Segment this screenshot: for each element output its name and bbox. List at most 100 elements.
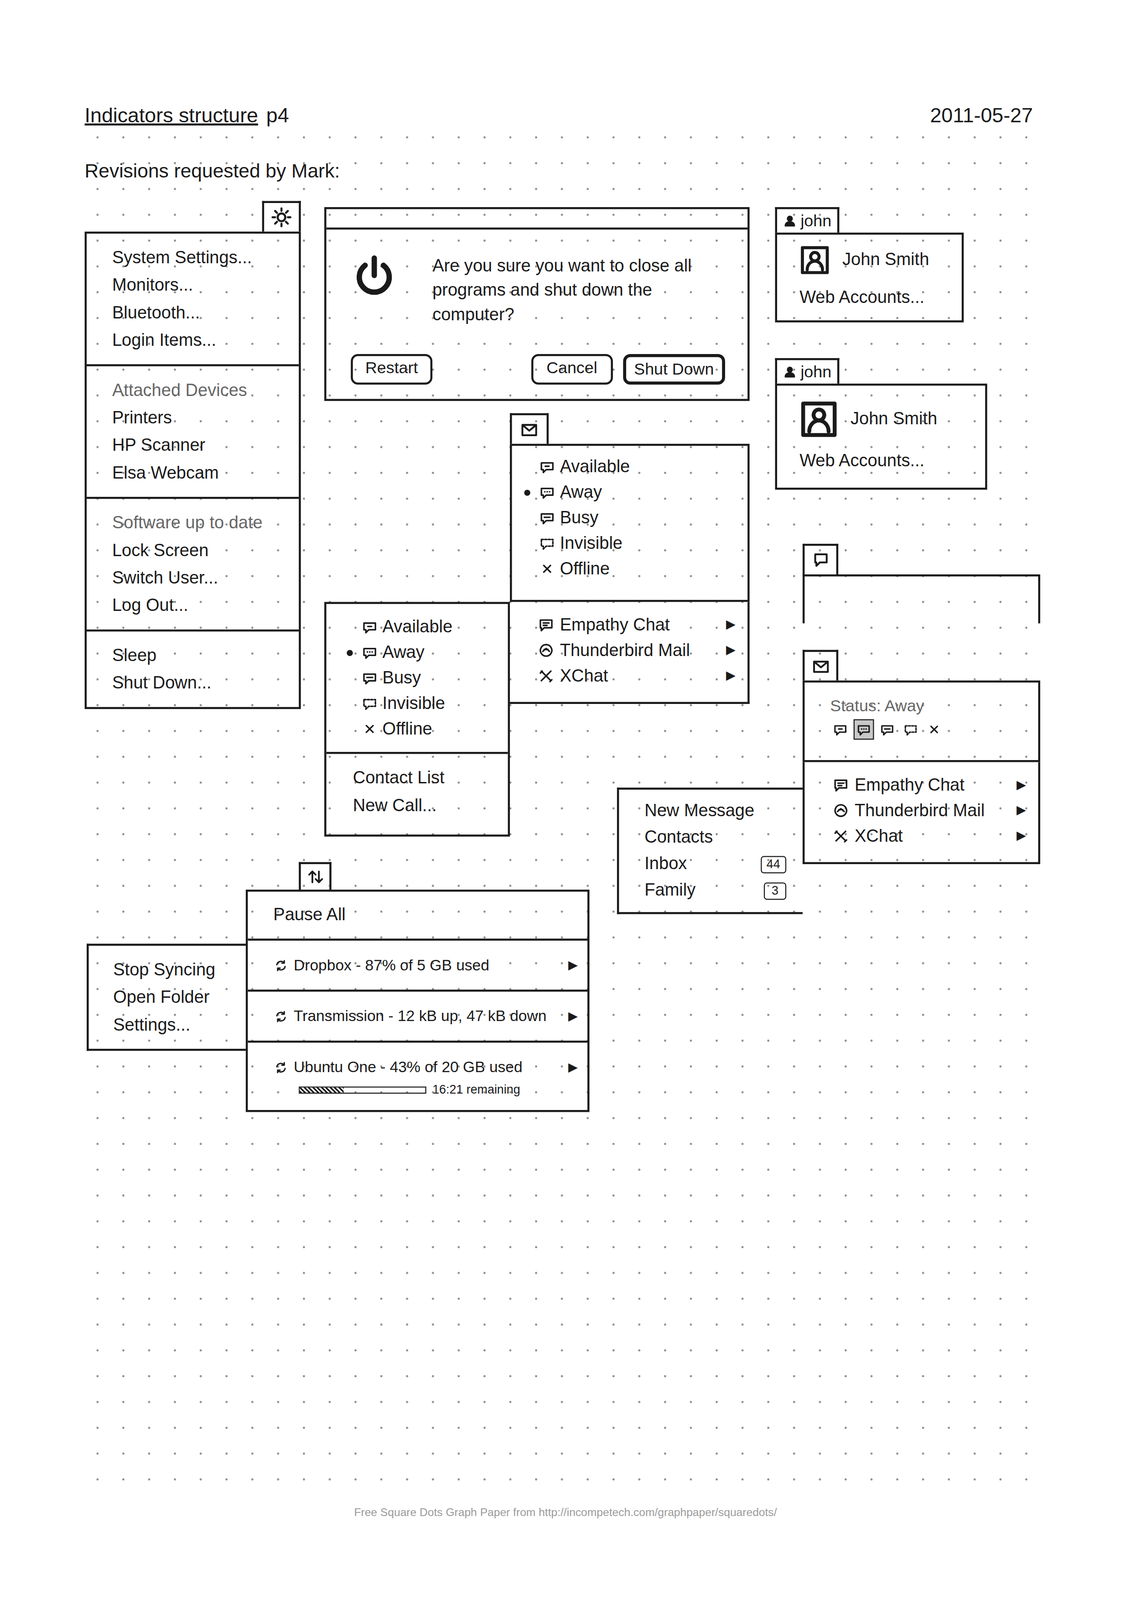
status-row: Status: Away xyxy=(802,680,1041,763)
user-menu: John SmithWeb Accounts... xyxy=(775,232,965,323)
sync-indicator: Pause AllDropbox - 87% of 5 GB used▶Tran… xyxy=(86,861,590,1112)
xchat-icon xyxy=(538,668,555,684)
user-name: John Smith xyxy=(850,409,938,430)
sync-menu: Pause AllDropbox - 87% of 5 GB used▶Tran… xyxy=(245,889,590,1112)
menu-item[interactable]: Log Out... xyxy=(112,591,279,619)
empathy-icon xyxy=(833,777,849,793)
menu-item[interactable]: New Message xyxy=(644,797,787,825)
menu-item[interactable]: Bluetooth... xyxy=(112,298,279,327)
app-item[interactable]: Thunderbird Mail▶ xyxy=(538,637,736,664)
messaging-indicator-tab[interactable] xyxy=(802,649,839,680)
status-button[interactable] xyxy=(876,719,898,740)
menu-item[interactable]: Monitors... xyxy=(112,271,279,299)
status-item[interactable]: Offline xyxy=(342,715,496,742)
status-item[interactable]: Away xyxy=(519,479,737,505)
dialog-button[interactable]: Cancel xyxy=(530,353,613,385)
menu-item[interactable]: Stop Syncing xyxy=(113,955,230,983)
menu-item[interactable]: Shut Down... xyxy=(112,669,279,697)
sync-item[interactable]: Transmission - 12 kB up, 47 kB down▶ xyxy=(247,989,588,1041)
app-item[interactable]: XChat▶ xyxy=(833,823,1027,849)
chat-bubble-icon xyxy=(811,550,830,570)
pause-all-item[interactable]: Pause All xyxy=(247,891,588,939)
busy-status-icon xyxy=(362,669,378,686)
menu-item[interactable]: Contacts xyxy=(644,824,787,851)
menu-item[interactable]: Web Accounts... xyxy=(799,287,940,309)
offline-status-icon xyxy=(362,721,378,737)
user-tab[interactable]: john xyxy=(775,357,840,384)
thunderbird-icon xyxy=(833,802,849,819)
submenu-arrow: ▶ xyxy=(1016,797,1026,824)
status-button[interactable] xyxy=(853,719,875,740)
user-tab[interactable]: john xyxy=(775,207,840,233)
menu-item[interactable]: Inbox44 xyxy=(644,850,787,877)
menu-item[interactable]: Open Folder xyxy=(113,983,230,1011)
busy-status-icon xyxy=(880,721,895,737)
page: Indicators structurep42011-05-27Revision… xyxy=(0,0,1131,1600)
away-status-icon xyxy=(362,644,378,660)
menu-item[interactable]: Lock Screen xyxy=(112,536,279,564)
sync-indicator-tab[interactable] xyxy=(298,861,332,890)
app-item[interactable]: Empathy Chat▶ xyxy=(833,772,1027,798)
chat-indicator xyxy=(802,543,1041,623)
menu-item[interactable]: Login Items... xyxy=(112,326,279,354)
submenu-arrow: ▶ xyxy=(726,637,736,664)
menu-item[interactable]: Settings... xyxy=(113,1010,230,1038)
envelope-icon xyxy=(811,656,830,675)
menu-item[interactable]: New Call... xyxy=(352,791,496,819)
menu-item[interactable]: Family3 xyxy=(644,876,787,904)
envelope-icon xyxy=(519,420,539,439)
system-indicator-tab[interactable] xyxy=(262,201,301,232)
submenu-arrow: ▶ xyxy=(1016,823,1026,849)
count-badge: 3 xyxy=(763,881,787,899)
menu-item[interactable]: Printers xyxy=(112,404,279,432)
sync-item[interactable]: Dropbox - 87% of 5 GB used▶ xyxy=(247,938,588,990)
progress-bar xyxy=(298,1085,427,1093)
app-item[interactable]: Empathy Chat▶ xyxy=(538,612,736,638)
messaging-indicator: AvailableAwayBusyInvisibleOfflineEmpathy… xyxy=(324,413,750,837)
menu-item[interactable]: Contact List xyxy=(352,763,496,792)
dialog-button[interactable]: Shut Down xyxy=(622,353,726,385)
dialog-button[interactable]: Restart xyxy=(350,353,433,385)
status-item[interactable]: Away xyxy=(342,639,496,665)
selected-dot xyxy=(523,488,530,495)
status-button[interactable] xyxy=(923,719,945,740)
sketch-sheet: Indicators structurep42011-05-27Revision… xyxy=(0,0,1131,1599)
app-item[interactable]: XChat▶ xyxy=(538,663,736,689)
status-item[interactable]: Offline xyxy=(519,555,737,582)
status-item[interactable]: Invisible xyxy=(342,690,496,716)
app-item[interactable]: Thunderbird Mail▶ xyxy=(833,797,1027,824)
menu-item[interactable]: Web Accounts... xyxy=(799,450,963,472)
messaging-indicator-tab[interactable] xyxy=(509,413,549,444)
status-item[interactable]: Available xyxy=(342,613,496,640)
shutdown-dialog: Are you sure you want to close all progr… xyxy=(324,207,750,401)
submenu-arrow: ▶ xyxy=(1016,772,1026,798)
status-button[interactable] xyxy=(900,719,922,740)
avatar-icon xyxy=(799,399,839,439)
status-item[interactable]: Invisible xyxy=(519,530,737,556)
menu-section: System Settings...Monitors...Bluetooth..… xyxy=(86,233,299,364)
status-button[interactable] xyxy=(830,719,851,740)
available-status-icon xyxy=(833,721,848,737)
menu-item[interactable]: HP Scanner xyxy=(112,431,279,459)
available-status-icon xyxy=(539,458,556,475)
menu-item[interactable]: Sleep xyxy=(112,641,279,670)
status-item[interactable]: Busy xyxy=(342,664,496,691)
page-title: Indicators structurep4 xyxy=(84,103,290,128)
sync-item[interactable]: Ubuntu One - 43% of 20 GB used▶16:21 rem… xyxy=(247,1040,588,1110)
paper-credit: Free Square Dots Graph Paper from http:/… xyxy=(0,1505,1131,1518)
status-submenu: AvailableAwayBusyInvisibleOffline Contact… xyxy=(324,601,510,836)
status-item[interactable]: Available xyxy=(519,453,737,480)
mail-submenu: New MessageContactsInbox44Family3 xyxy=(617,787,803,914)
user-indicators: johnJohn SmithWeb Accounts...johnJohn Sm… xyxy=(775,207,988,490)
dialog-title-bar xyxy=(326,208,748,230)
status-item[interactable]: Busy xyxy=(519,504,737,531)
chat-indicator-tab[interactable] xyxy=(802,543,839,575)
status-label: Status: Away xyxy=(830,694,1016,717)
power-icon xyxy=(352,254,396,297)
menu-item[interactable]: Elsa Webcam xyxy=(112,458,279,487)
menu-item[interactable]: Switch User... xyxy=(112,564,279,592)
menu-section: SleepShut Down... xyxy=(86,629,299,707)
progress-fill xyxy=(299,1086,344,1092)
available-status-icon xyxy=(362,618,378,635)
menu-item[interactable]: System Settings... xyxy=(112,243,279,271)
